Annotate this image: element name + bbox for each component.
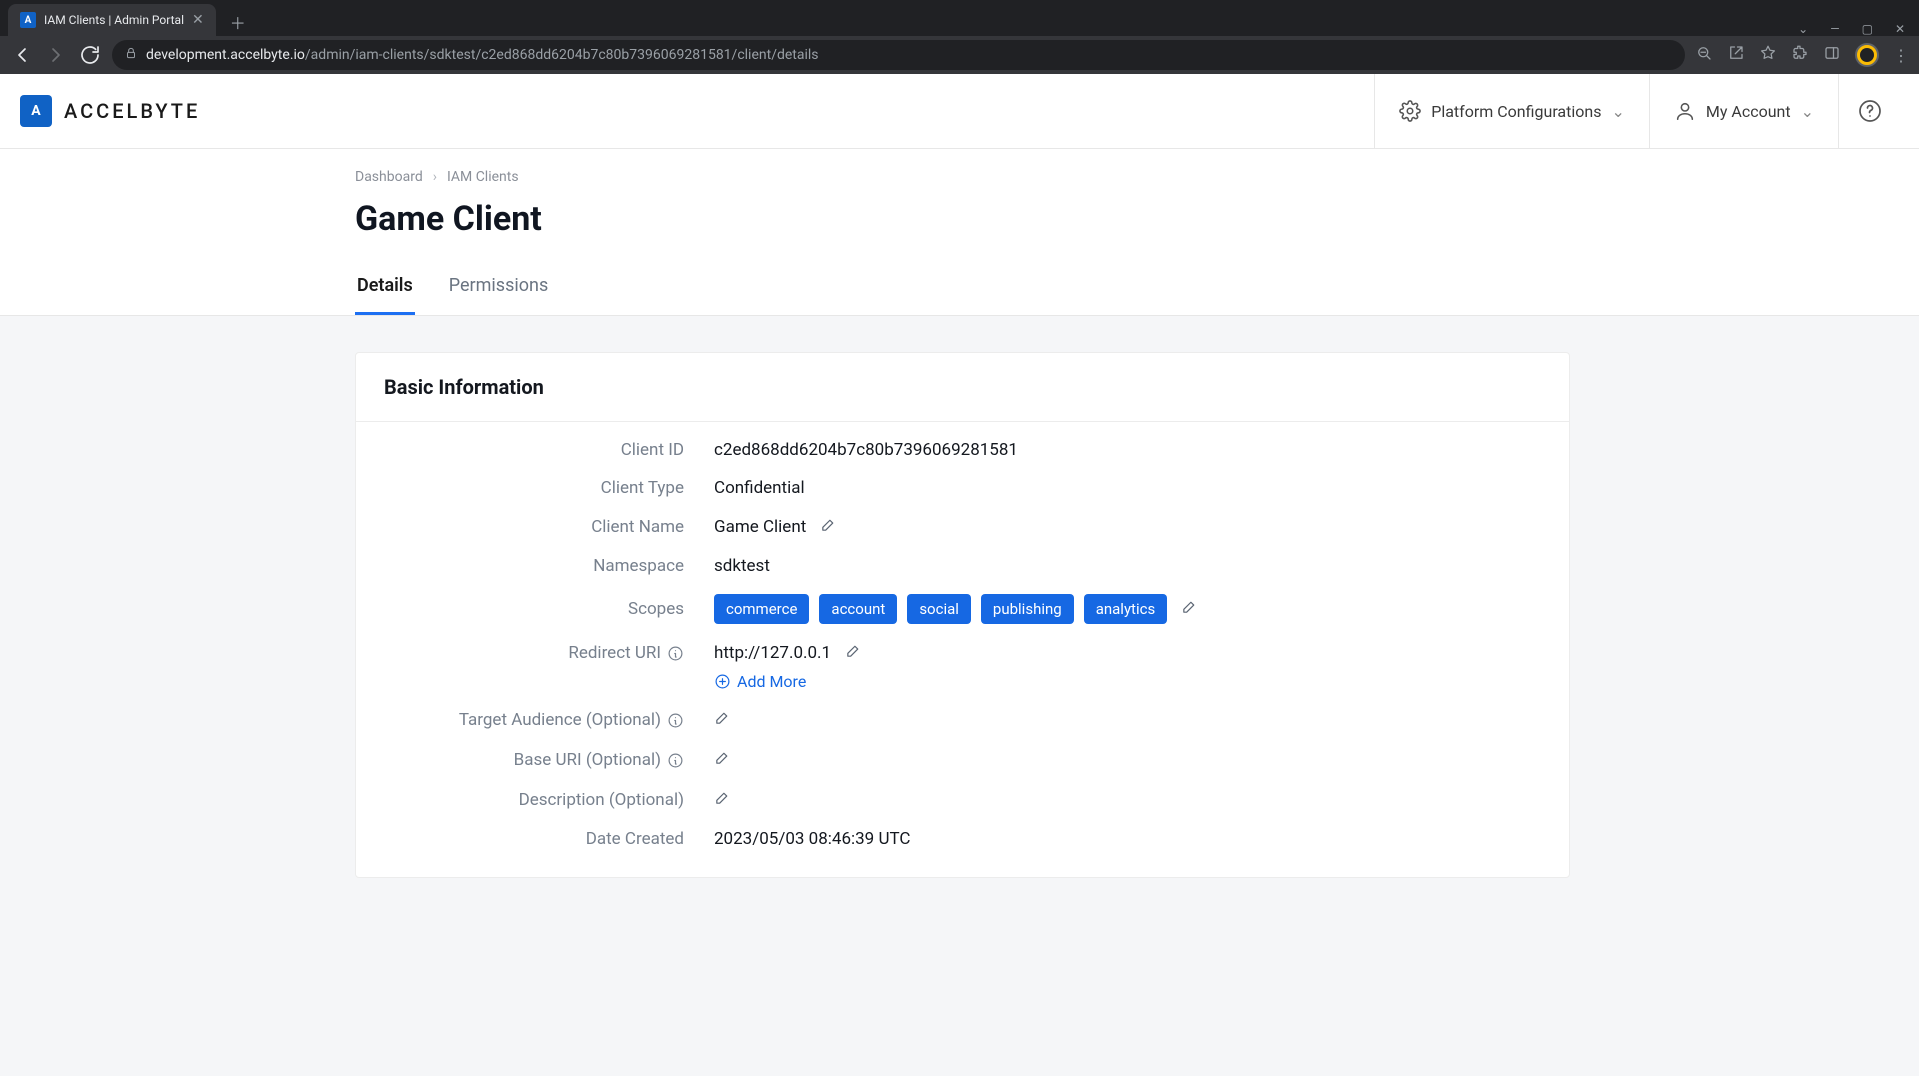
- lock-icon: [124, 46, 138, 64]
- share-icon[interactable]: [1727, 44, 1745, 66]
- row-client-type: Client Type Confidential: [356, 460, 1569, 498]
- scopes-chips: commerce account social publishing analy…: [714, 594, 1167, 624]
- row-base-uri: Base URI (Optional): [356, 731, 1569, 771]
- breadcrumb-dashboard[interactable]: Dashboard: [355, 169, 423, 185]
- scope-chip: social: [907, 594, 971, 624]
- gear-icon: [1399, 100, 1421, 122]
- row-namespace: Namespace sdktest: [356, 538, 1569, 576]
- brand-logo-icon: A: [20, 95, 52, 127]
- browser-chrome: A IAM Clients | Admin Portal ✕ ＋ ⌄ — ▢ ✕…: [0, 0, 1919, 74]
- app-header: A ACCELBYTE Platform Configurations ⌄ My…: [0, 74, 1919, 149]
- page: Dashboard › IAM Clients Game Client Deta…: [0, 149, 1919, 1076]
- row-redirect-uri: Redirect URI http://127.0.0.1: [356, 624, 1569, 664]
- window-close-icon[interactable]: ✕: [1895, 22, 1905, 36]
- row-client-name: Client Name Game Client: [356, 498, 1569, 538]
- brand[interactable]: A ACCELBYTE: [20, 95, 200, 127]
- my-account-label: My Account: [1706, 102, 1791, 121]
- info-icon[interactable]: [667, 752, 684, 769]
- value-namespace: sdktest: [714, 556, 770, 576]
- address-bar-url: development.accelbyte.io/admin/iam-clien…: [146, 47, 819, 63]
- content-area: Basic Information Client ID c2ed868dd620…: [0, 316, 1919, 1076]
- label-client-name: Client Name: [384, 517, 714, 537]
- window-controls: ⌄ — ▢ ✕: [1798, 22, 1919, 36]
- breadcrumb: Dashboard › IAM Clients: [355, 169, 1580, 185]
- profile-avatar[interactable]: [1855, 43, 1879, 67]
- label-redirect-uri: Redirect URI: [384, 643, 714, 663]
- scope-chip: publishing: [981, 594, 1074, 624]
- scope-chip: commerce: [714, 594, 809, 624]
- row-redirect-add: Add More: [356, 664, 1569, 691]
- scope-chip: analytics: [1084, 594, 1168, 624]
- nav-forward-button[interactable]: [44, 43, 68, 67]
- basic-info-card: Basic Information Client ID c2ed868dd620…: [355, 352, 1570, 878]
- window-minimize-icon[interactable]: —: [1830, 22, 1839, 36]
- row-scopes: Scopes commerce account social publishin…: [356, 576, 1569, 624]
- nav-reload-button[interactable]: [78, 43, 102, 67]
- value-client-type: Confidential: [714, 478, 805, 498]
- tab-favicon: A: [20, 12, 36, 28]
- row-target-audience: Target Audience (Optional): [356, 691, 1569, 731]
- label-date-created: Date Created: [384, 829, 714, 849]
- edit-description-button[interactable]: [714, 789, 731, 811]
- edit-target-audience-button[interactable]: [714, 709, 731, 731]
- page-title: Game Client: [355, 199, 1580, 239]
- my-account-menu[interactable]: My Account ⌄: [1650, 74, 1838, 148]
- browser-tabstrip: A IAM Clients | Admin Portal ✕ ＋ ⌄ — ▢ ✕: [0, 0, 1919, 36]
- card-title: Basic Information: [356, 353, 1569, 422]
- add-more-redirect-button[interactable]: Add More: [714, 672, 806, 691]
- row-client-id: Client ID c2ed868dd6204b7c80b73960692815…: [356, 422, 1569, 460]
- browser-tab-active[interactable]: A IAM Clients | Admin Portal ✕: [8, 4, 216, 36]
- nav-back-button[interactable]: [10, 43, 34, 67]
- tab-close-icon[interactable]: ✕: [192, 12, 204, 28]
- chrome-menu-icon[interactable]: ⋮: [1893, 46, 1909, 65]
- chevron-down-icon: ⌄: [1611, 102, 1624, 121]
- chevron-down-icon: ⌄: [1801, 102, 1814, 121]
- chevron-right-icon: ›: [433, 169, 437, 185]
- label-base-uri: Base URI (Optional): [384, 750, 714, 770]
- label-target-audience: Target Audience (Optional): [384, 710, 714, 730]
- zoom-icon[interactable]: [1695, 44, 1713, 66]
- scope-chip: account: [819, 594, 897, 624]
- label-description: Description (Optional): [384, 790, 714, 810]
- row-description: Description (Optional): [356, 771, 1569, 811]
- label-client-type: Client Type: [384, 478, 714, 498]
- value-client-name: Game Client: [714, 517, 806, 537]
- label-namespace: Namespace: [384, 556, 714, 576]
- value-date-created: 2023/05/03 08:46:39 UTC: [714, 829, 910, 849]
- sidepanel-icon[interactable]: [1823, 44, 1841, 66]
- browser-toolbar: development.accelbyte.io/admin/iam-clien…: [0, 36, 1919, 74]
- edit-scopes-button[interactable]: [1181, 598, 1198, 620]
- value-redirect-uri: http://127.0.0.1: [714, 643, 831, 663]
- row-date-created: Date Created 2023/05/03 08:46:39 UTC: [356, 811, 1569, 877]
- address-bar[interactable]: development.accelbyte.io/admin/iam-clien…: [112, 40, 1685, 70]
- help-icon: [1858, 99, 1882, 123]
- bookmark-star-icon[interactable]: [1759, 44, 1777, 66]
- edit-client-name-button[interactable]: [820, 516, 837, 538]
- edit-redirect-uri-button[interactable]: [845, 642, 862, 664]
- info-icon[interactable]: [667, 645, 684, 662]
- breadcrumb-iam-clients[interactable]: IAM Clients: [447, 169, 519, 185]
- help-button[interactable]: [1839, 74, 1901, 148]
- user-icon: [1674, 100, 1696, 122]
- value-client-id: c2ed868dd6204b7c80b7396069281581: [714, 440, 1018, 460]
- label-client-id: Client ID: [384, 440, 714, 460]
- tab-title: IAM Clients | Admin Portal: [44, 13, 184, 27]
- toolbar-right-cluster: ⋮: [1695, 43, 1909, 67]
- app-root: A ACCELBYTE Platform Configurations ⌄ My…: [0, 74, 1919, 1079]
- tab-details[interactable]: Details: [355, 275, 415, 315]
- info-icon[interactable]: [667, 712, 684, 729]
- tab-permissions[interactable]: Permissions: [447, 275, 551, 315]
- window-maximize-icon[interactable]: ▢: [1862, 22, 1873, 36]
- page-tabs: Details Permissions: [355, 275, 1580, 315]
- platform-config-label: Platform Configurations: [1431, 102, 1601, 121]
- platform-config-menu[interactable]: Platform Configurations ⌄: [1375, 74, 1649, 148]
- new-tab-button[interactable]: ＋: [224, 8, 252, 36]
- brand-name: ACCELBYTE: [64, 99, 200, 123]
- extensions-icon[interactable]: [1791, 44, 1809, 66]
- label-scopes: Scopes: [384, 599, 714, 619]
- chrome-dropdown-icon[interactable]: ⌄: [1798, 22, 1808, 36]
- header-right: Platform Configurations ⌄ My Account ⌄: [1374, 74, 1901, 148]
- plus-circle-icon: [714, 673, 731, 690]
- edit-base-uri-button[interactable]: [714, 749, 731, 771]
